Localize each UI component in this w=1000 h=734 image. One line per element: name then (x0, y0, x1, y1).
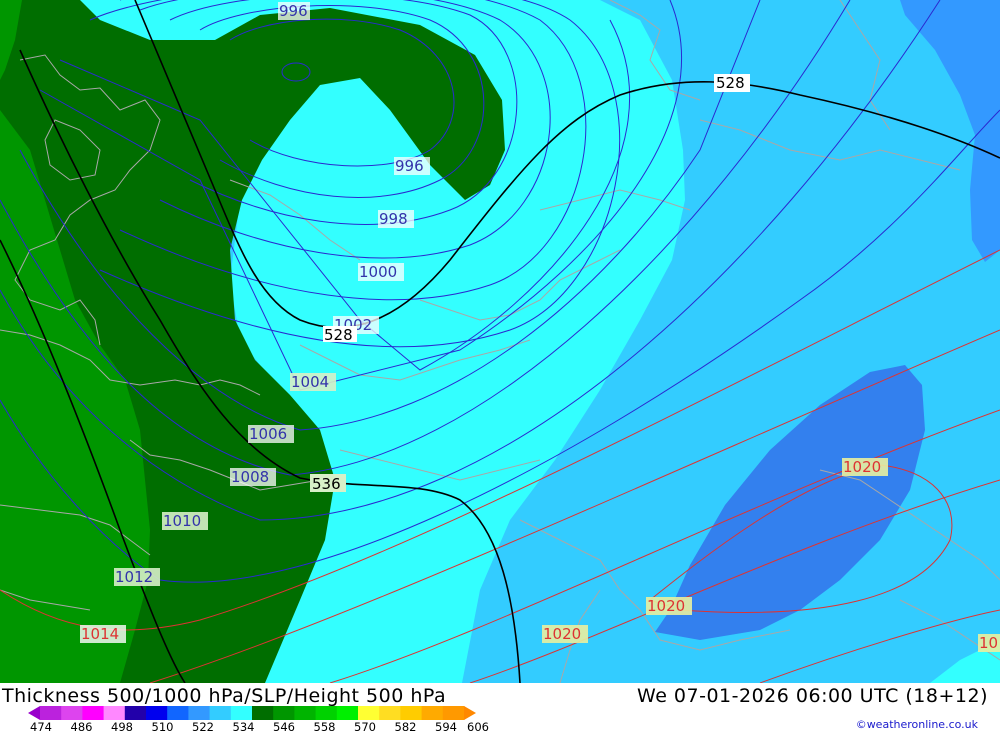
scale-arrow-left (28, 706, 40, 720)
scale-swatch (188, 706, 211, 720)
isobar-label: 10 (979, 634, 998, 652)
credit-link[interactable]: ©weatheronline.co.uk (856, 718, 978, 731)
isobar-label: 1010 (163, 512, 201, 530)
scale-tick-label: 534 (232, 720, 255, 734)
chart-title: Thickness 500/1000 hPa/SLP/Height 500 hP… (2, 685, 447, 707)
isobar-label: 998 (379, 210, 408, 228)
weather-map: 996 996 998 1000 1002 1004 1006 1008 101… (0, 0, 1000, 683)
scale-swatch (209, 706, 232, 720)
isobar-label: 1020 (647, 597, 685, 615)
scale-swatch (336, 706, 359, 720)
scale-tick-label: 486 (70, 720, 93, 734)
isobar-label: 1020 (543, 625, 581, 643)
scale-swatch (400, 706, 423, 720)
isobar-label: 1014 (81, 625, 119, 643)
isobar-label: 1008 (231, 468, 269, 486)
scale-swatch (421, 706, 444, 720)
color-scale (28, 706, 476, 720)
isobar-label: 1000 (359, 263, 397, 281)
scale-tick-label: 498 (111, 720, 133, 734)
scale-swatch (358, 706, 380, 720)
height-label: 536 (312, 475, 341, 493)
color-scale-labels: 474 486 498 510 522 534 546 558 570 582 594 606 (0, 720, 520, 734)
height-label: 528 (716, 74, 745, 92)
scale-swatch (442, 706, 465, 720)
scale-swatch (379, 706, 401, 720)
scale-tick-label: 474 (30, 720, 52, 734)
scale-swatch (294, 706, 317, 720)
isobar-label: 1006 (249, 425, 287, 443)
scale-swatch (252, 706, 274, 720)
isobar-label: 996 (279, 2, 308, 20)
scale-tick-label: 570 (354, 720, 376, 734)
scale-swatch (103, 706, 126, 720)
scale-swatch (273, 706, 295, 720)
scale-tick-label: 558 (313, 720, 336, 734)
scale-arrow-right (464, 706, 476, 720)
scale-swatch (315, 706, 338, 720)
height-label: 528 (324, 326, 353, 344)
scale-swatch (40, 706, 62, 720)
isobar-label: 1020 (843, 458, 881, 476)
scale-tick-label: 510 (151, 720, 174, 734)
scale-tick-label: 522 (192, 720, 214, 734)
scale-swatch (167, 706, 189, 720)
scale-swatch (230, 706, 253, 720)
scale-tick-label: 606 (467, 720, 489, 734)
scale-swatch (146, 706, 168, 720)
scale-swatch (61, 706, 83, 720)
scale-tick-label: 582 (394, 720, 417, 734)
isobar-label: 996 (395, 157, 424, 175)
scale-tick-label: 594 (435, 720, 457, 734)
map-footer: Thickness 500/1000 hPa/SLP/Height 500 hP… (0, 683, 1000, 734)
isobar-label: 1012 (115, 568, 153, 586)
valid-time: We 07-01-2026 06:00 UTC (18+12) (637, 685, 988, 707)
scale-tick-label: 546 (273, 720, 295, 734)
scale-swatch (124, 706, 147, 720)
scale-swatch (82, 706, 105, 720)
isobar-label: 1004 (291, 373, 329, 391)
